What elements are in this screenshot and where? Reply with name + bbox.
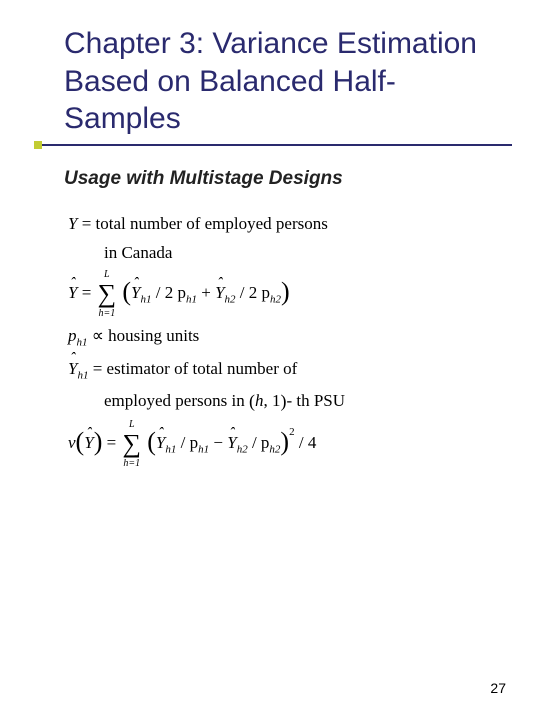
- math-block: Y = total number of employed persons in …: [68, 212, 500, 459]
- slide: Chapter 3: Variance Estimation Based on …: [0, 0, 540, 720]
- eq-line-4b: employed persons in (h, 1)- th PSU: [104, 389, 500, 413]
- slide-title: Chapter 3: Variance Estimation Based on …: [64, 25, 500, 138]
- accent-square: [34, 141, 42, 149]
- eq-line-1b: in Canada: [104, 241, 500, 265]
- eq-line-1: Y = total number of employed persons: [68, 212, 500, 236]
- horizontal-rule: [34, 144, 512, 146]
- title-underline: [34, 144, 512, 154]
- eq-line-2: Y = ∑Lh=1 (Yh1 / 2 ph1 + Yh2 / 2 ph2): [68, 281, 500, 308]
- eq-line-3: ph1 ∝ housing units: [68, 324, 500, 351]
- eq-line-5: v(Y) = ∑Lh=1 (Yh1 / ph1 − Yh2 / ph2)2 / …: [68, 431, 500, 458]
- slide-subtitle: Usage with Multistage Designs: [64, 168, 500, 190]
- eq-line-4: Yh1 = estimator of total number of: [68, 357, 500, 384]
- page-number: 27: [490, 680, 506, 696]
